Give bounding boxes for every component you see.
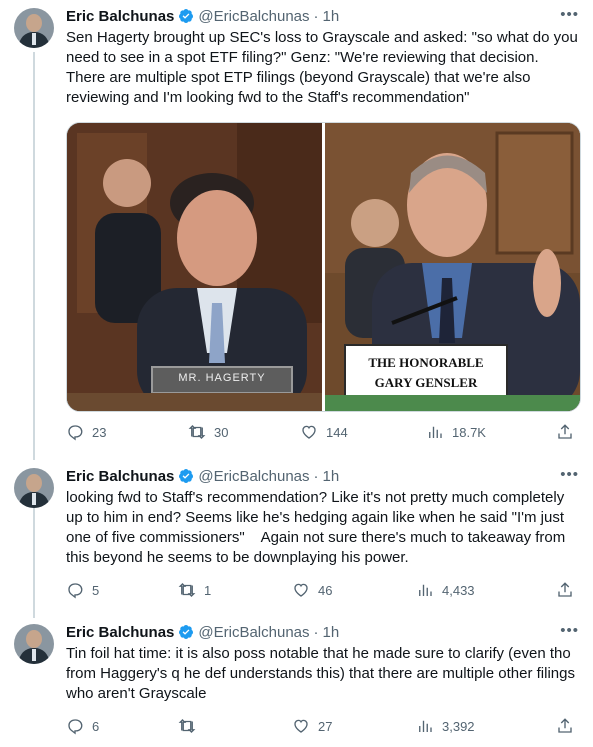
tweet-text: looking fwd to Staff's recommendation? L… <box>66 489 570 566</box>
share-icon <box>558 424 572 439</box>
retweet-button[interactable]: 1 <box>178 580 211 600</box>
tweet-time[interactable]: 1h <box>323 8 340 25</box>
author-handle[interactable]: @EricBalchunas <box>198 624 309 641</box>
like-count: 27 <box>318 718 333 734</box>
views-button[interactable]: 18.7K <box>426 422 486 442</box>
nameplate-right-line2: GARY GENSLER <box>374 375 478 390</box>
author-handle[interactable]: @EricBalchunas <box>198 468 309 485</box>
tweet-header: Eric Balchunas @EricBalchunas · 1h <box>66 466 339 486</box>
views-count: 3,392 <box>442 718 475 734</box>
avatar[interactable] <box>14 8 54 48</box>
views-icon <box>419 720 432 732</box>
views-icon <box>419 584 432 596</box>
share-icon <box>558 718 572 733</box>
retweet-icon <box>178 583 196 597</box>
tweet[interactable]: Eric Balchunas @EricBalchunas · 1h ••• T… <box>0 616 593 747</box>
share-button[interactable] <box>556 716 574 736</box>
tweet-media[interactable]: MR. HAGERTY THE HONORABLE GARY GENSLER <box>66 122 581 412</box>
author-handle[interactable]: @EricBalchunas <box>198 8 309 25</box>
reply-count: 6 <box>92 718 100 734</box>
retweet-count: 30 <box>214 424 229 440</box>
tweet-actions: 23 30 144 18.7K <box>66 422 578 442</box>
retweet-icon <box>178 719 196 733</box>
tweet[interactable]: Eric Balchunas @EricBalchunas · 1h ••• S… <box>0 0 593 452</box>
views-count: 4,433 <box>442 582 475 598</box>
more-icon[interactable]: ••• <box>560 6 579 23</box>
share-button[interactable] <box>556 422 574 442</box>
more-icon[interactable]: ••• <box>560 622 579 639</box>
share-button[interactable] <box>556 580 574 600</box>
retweet-button[interactable]: 30 <box>188 422 228 442</box>
retweet-count: 1 <box>204 582 212 598</box>
author-name[interactable]: Eric Balchunas <box>66 468 174 485</box>
reply-button[interactable]: 23 <box>66 422 106 442</box>
views-button[interactable]: 4,433 <box>416 580 475 600</box>
like-button[interactable]: 144 <box>300 422 348 442</box>
reply-count: 5 <box>92 582 100 598</box>
retweet-button[interactable] <box>178 716 204 736</box>
author-name[interactable]: Eric Balchunas <box>66 624 174 641</box>
tweet[interactable]: Eric Balchunas @EricBalchunas · 1h ••• l… <box>0 460 593 608</box>
separator-dot: · <box>313 467 319 485</box>
like-count: 46 <box>318 582 333 598</box>
like-button[interactable]: 27 <box>292 716 332 736</box>
tweet-text: Tin foil hat time: it is also poss notab… <box>66 645 580 702</box>
retweet-icon <box>188 425 206 439</box>
reply-button[interactable]: 6 <box>66 716 99 736</box>
tweet-text: Sen Hagerty brought up SEC's loss to Gra… <box>66 29 582 106</box>
tweet-actions: 5 1 46 4,433 <box>66 580 578 600</box>
like-icon <box>294 583 308 597</box>
like-icon <box>294 719 308 733</box>
separator-dot: · <box>313 623 319 641</box>
views-count: 18.7K <box>452 424 486 440</box>
verified-badge-icon <box>179 469 194 483</box>
avatar[interactable] <box>14 624 54 664</box>
like-button[interactable]: 46 <box>292 580 332 600</box>
views-icon <box>429 426 442 438</box>
avatar[interactable] <box>14 468 54 508</box>
tweet-header: Eric Balchunas @EricBalchunas · 1h <box>66 6 339 26</box>
reply-button[interactable]: 5 <box>66 580 99 600</box>
author-name[interactable]: Eric Balchunas <box>66 8 174 25</box>
verified-badge-icon <box>179 625 194 639</box>
reply-icon <box>68 719 83 735</box>
nameplate-right-line1: THE HONORABLE <box>368 355 484 370</box>
tweet-time[interactable]: 1h <box>323 468 340 485</box>
like-count: 144 <box>326 424 348 440</box>
reply-count: 23 <box>92 424 107 440</box>
separator-dot: · <box>313 7 319 25</box>
share-icon <box>558 582 572 597</box>
like-icon <box>302 425 316 439</box>
tweet-header: Eric Balchunas @EricBalchunas · 1h <box>66 622 339 642</box>
tweet-actions: 6 27 3,392 <box>66 716 578 736</box>
verified-badge-icon <box>179 9 194 23</box>
reply-icon <box>68 583 83 599</box>
more-icon[interactable]: ••• <box>560 466 579 483</box>
views-button[interactable]: 3,392 <box>416 716 475 736</box>
nameplate-left: MR. HAGERTY <box>178 372 266 384</box>
reply-icon <box>68 425 83 441</box>
tweet-time[interactable]: 1h <box>323 624 340 641</box>
